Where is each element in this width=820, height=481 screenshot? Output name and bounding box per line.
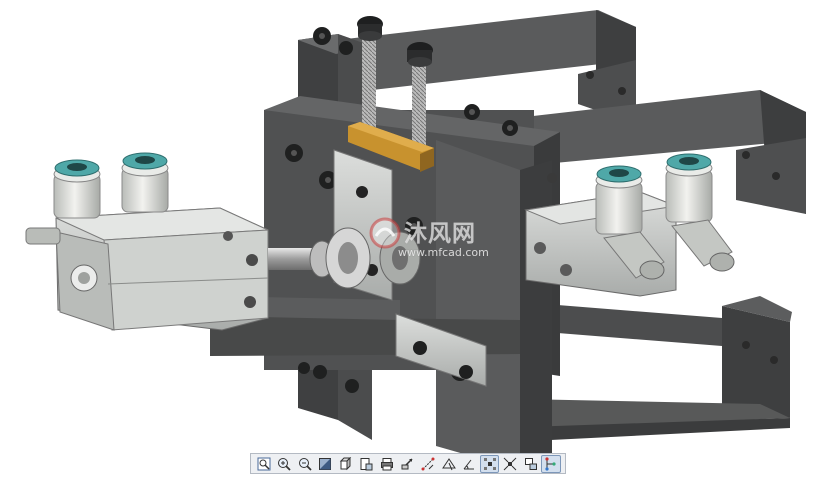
section-icon — [441, 457, 456, 470]
zoom-out-icon — [298, 457, 312, 471]
zoom-fit-button[interactable] — [254, 455, 274, 473]
zoom-in-button[interactable] — [275, 455, 295, 473]
explode-icon — [483, 457, 496, 470]
zoom-fit-icon — [257, 457, 271, 470]
angle-button[interactable] — [459, 455, 479, 473]
assembly-icon — [524, 457, 537, 470]
assembly-button[interactable] — [521, 455, 541, 473]
zoom-out-button[interactable] — [295, 455, 315, 473]
cube-view-icon — [339, 456, 352, 470]
page-view-button[interactable] — [357, 455, 377, 473]
measure-button[interactable] — [418, 455, 438, 473]
page-view-icon — [360, 457, 373, 470]
shaded-view-icon — [319, 457, 332, 470]
print-button[interactable] — [377, 455, 397, 473]
zoom-in-icon — [278, 457, 291, 471]
explode-button[interactable] — [479, 454, 500, 473]
left-air-fitting-2 — [121, 152, 169, 213]
explode-alt-icon — [503, 457, 517, 470]
tree-icon — [545, 456, 556, 471]
measure-icon — [421, 457, 435, 470]
cad-assembly-model[interactable] — [0, 0, 820, 481]
explode-alt-button[interactable] — [500, 455, 520, 473]
shaded-view-button[interactable] — [316, 455, 336, 473]
tree-button[interactable] — [541, 454, 561, 473]
angle-icon — [463, 459, 475, 469]
section-button[interactable] — [439, 455, 459, 473]
view-toolbar — [250, 453, 566, 474]
cube-view-button[interactable] — [336, 455, 356, 473]
export-button[interactable] — [398, 455, 418, 473]
print-icon — [380, 457, 393, 470]
export-icon — [401, 457, 414, 469]
cad-3d-viewport[interactable]: 沐风网 www.mfcad.com — [0, 0, 820, 481]
left-pneumatic-cylinder — [55, 207, 269, 331]
